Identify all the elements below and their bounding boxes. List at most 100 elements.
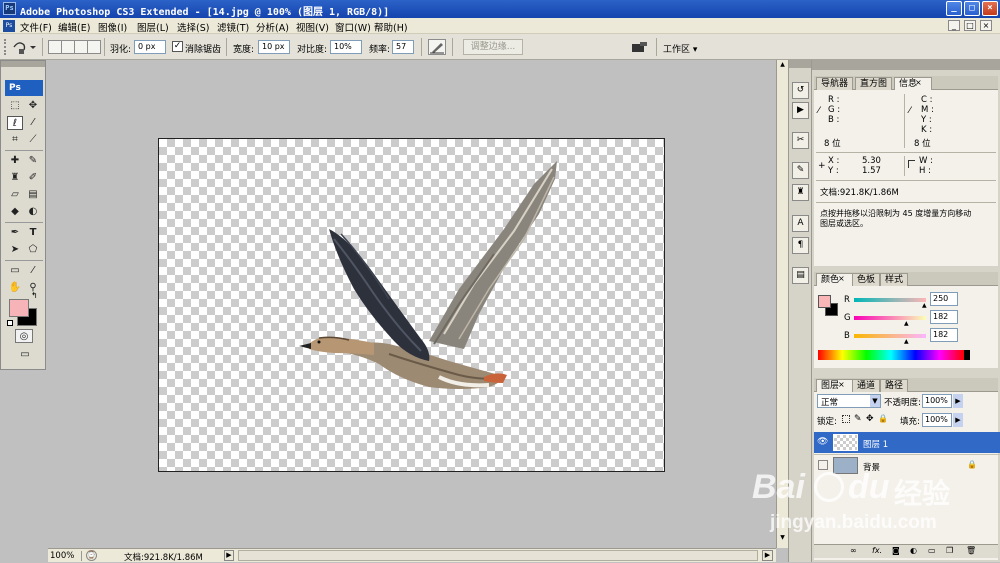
notes-tool-icon[interactable]: ▭: [7, 264, 23, 278]
healing-brush-tool-icon[interactable]: ✚: [7, 154, 23, 168]
magnetic-lasso-preset-icon[interactable]: [12, 39, 38, 55]
menu-filter[interactable]: 滤镜(T): [217, 20, 249, 34]
width-input[interactable]: 10 px: [258, 40, 290, 54]
toolbox-grip[interactable]: [1, 61, 45, 67]
lasso-tool-icon[interactable]: ℓ: [7, 116, 23, 130]
feather-input[interactable]: 0 px: [134, 40, 166, 54]
layer-row-1[interactable]: 👁 图层 1: [814, 432, 1000, 453]
close-layers-tab-icon[interactable]: ×: [838, 380, 845, 389]
path-selection-tool-icon[interactable]: ➤: [7, 243, 23, 257]
character-panel-icon[interactable]: A: [792, 215, 809, 232]
tab-layers[interactable]: 图层: [816, 379, 855, 392]
frequency-input[interactable]: 57: [392, 40, 414, 54]
paragraph-panel-icon[interactable]: ¶: [792, 237, 809, 254]
close-color-tab-icon[interactable]: ×: [838, 274, 845, 283]
marquee-tool-icon[interactable]: ⬚: [7, 99, 23, 113]
layer-name[interactable]: 图层 1: [863, 438, 888, 450]
blue-slider[interactable]: [854, 334, 926, 338]
new-selection-icon[interactable]: [48, 40, 62, 54]
shape-tool-icon[interactable]: ⬠: [25, 243, 41, 257]
quick-mask-icon[interactable]: ◎: [15, 329, 33, 343]
eraser-tool-icon[interactable]: ▱: [7, 188, 23, 202]
doc-minimize-button[interactable]: _: [948, 20, 960, 31]
lock-transparent-icon[interactable]: [842, 415, 850, 423]
doc-close-button[interactable]: ×: [980, 20, 992, 31]
foreground-color-swatch[interactable]: [9, 299, 29, 317]
menu-analysis[interactable]: 分析(A): [256, 20, 289, 34]
tool-presets-icon[interactable]: ✂: [792, 132, 809, 149]
hand-tool-icon[interactable]: ✋: [7, 281, 23, 295]
opacity-input[interactable]: 100%: [922, 394, 952, 408]
lock-image-icon[interactable]: ✎: [854, 414, 862, 424]
pen-pressure-icon[interactable]: [428, 39, 446, 55]
screen-mode-icon[interactable]: ▭: [15, 348, 35, 362]
panels-top-grip[interactable]: [812, 60, 1000, 70]
refine-edge-button[interactable]: 调整边缘...: [463, 39, 523, 55]
eyedropper-tool-icon[interactable]: ⁄: [25, 264, 41, 278]
dodge-tool-icon[interactable]: ◐: [25, 205, 41, 219]
subtract-selection-icon[interactable]: [74, 40, 88, 54]
layer-comps-icon[interactable]: ▤: [792, 267, 809, 284]
zoom-level[interactable]: 100%: [50, 551, 82, 561]
gradient-tool-icon[interactable]: ▤: [25, 188, 41, 202]
tab-swatches[interactable]: 色板: [852, 273, 881, 286]
blend-mode-select[interactable]: 正常 ▼: [817, 394, 881, 408]
antialias-checkbox[interactable]: ✓: [172, 41, 183, 52]
menu-view[interactable]: 视图(V): [296, 20, 329, 34]
history-panel-icon[interactable]: ↺: [792, 82, 809, 99]
tab-channels[interactable]: 通道: [852, 379, 881, 392]
tab-info[interactable]: 信息: [894, 77, 933, 90]
crop-tool-icon[interactable]: ⌗: [7, 133, 23, 147]
green-slider-thumb[interactable]: ▲: [904, 320, 909, 327]
blur-tool-icon[interactable]: ◆: [7, 205, 23, 219]
scroll-up-button[interactable]: ▲: [778, 61, 787, 71]
minimize-button[interactable]: _: [946, 1, 962, 16]
green-slider[interactable]: [854, 316, 926, 320]
tab-styles[interactable]: 样式: [880, 273, 909, 286]
blue-slider-thumb[interactable]: ▲: [904, 338, 909, 345]
pen-tool-icon[interactable]: ✒: [7, 226, 23, 240]
options-grip[interactable]: [4, 39, 10, 55]
history-brush-tool-icon[interactable]: ✐: [25, 171, 41, 185]
move-tool-icon[interactable]: ✥: [25, 99, 41, 113]
red-value-input[interactable]: 250: [930, 292, 958, 306]
actions-panel-icon[interactable]: ▶: [792, 102, 809, 119]
fill-arrow-icon[interactable]: ▶: [953, 413, 963, 427]
lock-all-icon[interactable]: 🔒: [878, 414, 888, 423]
default-colors-icon[interactable]: [7, 320, 13, 326]
menu-file[interactable]: 文件(F): [20, 20, 52, 34]
menu-image[interactable]: 图像(I): [98, 20, 127, 34]
slice-tool-icon[interactable]: ⟋: [25, 133, 41, 147]
doc-restore-button[interactable]: □: [964, 20, 976, 31]
menu-help[interactable]: 帮助(H): [374, 20, 408, 34]
brushes-panel-icon[interactable]: ✎: [792, 162, 809, 179]
fill-input[interactable]: 100%: [922, 413, 952, 427]
color-spectrum-ramp[interactable]: [818, 350, 964, 360]
swap-colors-icon[interactable]: ↰: [31, 291, 38, 300]
eye-icon[interactable]: 👁: [817, 437, 828, 447]
menu-window[interactable]: 窗口(W): [335, 20, 371, 34]
clone-source-icon[interactable]: ♜: [792, 184, 809, 201]
status-arrow-button[interactable]: ▶: [224, 550, 234, 561]
tab-paths[interactable]: 路径: [880, 379, 909, 392]
horizontal-scrollbar[interactable]: [238, 550, 758, 561]
type-tool-icon[interactable]: T: [25, 226, 41, 240]
contrast-input[interactable]: 10%: [330, 40, 362, 54]
intersect-selection-icon[interactable]: [87, 40, 101, 54]
tab-color[interactable]: 颜色: [816, 273, 855, 286]
lock-position-icon[interactable]: ✥: [866, 414, 874, 424]
add-selection-icon[interactable]: [61, 40, 75, 54]
red-slider[interactable]: [854, 298, 926, 302]
menu-layer[interactable]: 图层(L): [137, 20, 169, 34]
red-slider-thumb[interactable]: ▲: [922, 302, 927, 309]
workspace-menu[interactable]: 工作区 ▾: [663, 42, 697, 55]
status-menu-icon[interactable]: ⌚: [86, 550, 97, 561]
tab-histogram[interactable]: 直方图: [855, 77, 893, 90]
bridge-icon[interactable]: [630, 40, 650, 54]
opacity-arrow-icon[interactable]: ▶: [953, 394, 963, 408]
document-canvas[interactable]: [158, 138, 665, 472]
menu-select[interactable]: 选择(S): [177, 20, 209, 34]
brush-tool-icon[interactable]: ✎: [25, 154, 41, 168]
clone-stamp-tool-icon[interactable]: ♜: [7, 171, 23, 185]
maximize-button[interactable]: □: [964, 1, 980, 16]
